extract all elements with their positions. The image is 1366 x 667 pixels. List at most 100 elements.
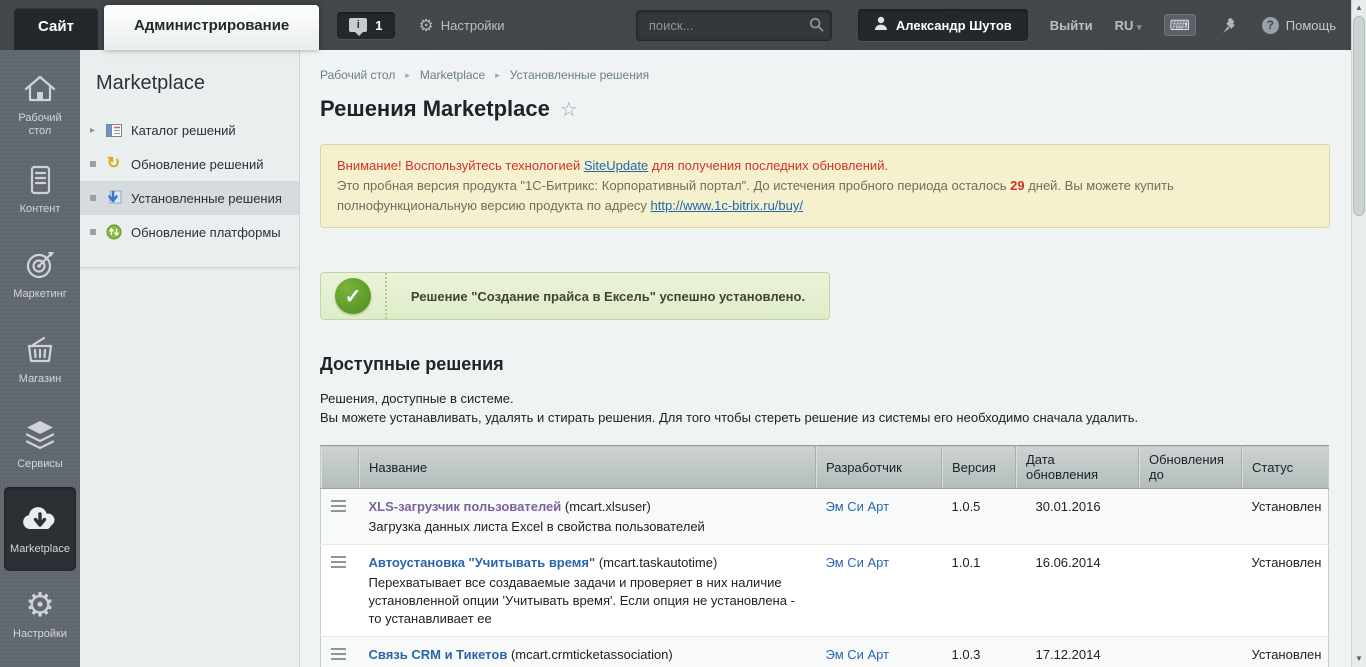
solution-version: 1.0.1 [942, 545, 1016, 637]
solution-description: Перехватывает все создаваемые задачи и п… [369, 574, 806, 628]
rail-item-label: Рабочий стол [6, 112, 74, 138]
scroll-down-icon[interactable]: ▼ [1352, 654, 1366, 663]
gear-icon: ⚙ [25, 587, 55, 623]
solution-link[interactable]: XLS-загрузчик пользователей [369, 499, 562, 514]
breadcrumb-installed[interactable]: Установленные решения [510, 68, 649, 82]
sidebar-item-label: Установленные решения [131, 191, 282, 206]
bullet-icon [90, 195, 96, 201]
developer-link[interactable]: Эм Си Арт [826, 647, 890, 662]
section-description-line1: Решения, доступные в системе. [320, 389, 1330, 408]
rail-item-store[interactable]: Магазин [4, 317, 76, 401]
success-message: Решение "Создание прайса в Ексель" успеш… [387, 281, 829, 312]
breadcrumb-desktop[interactable]: Рабочий стол [320, 68, 395, 82]
rail-item-label: Контент [20, 203, 61, 216]
solution-version: 1.0.5 [942, 489, 1016, 545]
solution-updates-until [1139, 489, 1242, 545]
user-name: Александр Шутов [896, 18, 1012, 33]
solution-version: 1.0.3 [942, 637, 1016, 667]
sidebar-item-platform-update[interactable]: Обновление платформы [80, 215, 299, 249]
warning-line-1: Внимание! Воспользуйтесь технологией Sit… [337, 156, 1313, 176]
document-icon [22, 162, 58, 198]
rail-item-label: Магазин [19, 373, 61, 386]
row-menu-icon[interactable] [331, 500, 346, 512]
keyboard-icon[interactable]: ⌨ [1164, 14, 1196, 36]
tab-site[interactable]: Сайт [14, 8, 98, 50]
left-rail: Рабочий стол Контент Маркетинг Магазин С… [0, 50, 80, 667]
help-button[interactable]: ? Помощь [1262, 17, 1336, 34]
sidebar-item-label: Обновление решений [131, 157, 264, 172]
sidebar-item-installed-solutions[interactable]: Установленные решения [80, 181, 299, 215]
rail-item-marketplace[interactable]: Marketplace [4, 487, 76, 571]
rail-item-services[interactable]: Сервисы [4, 402, 76, 486]
header-status[interactable]: Статус [1242, 446, 1329, 489]
header-update-date[interactable]: Дата обновления [1016, 446, 1139, 489]
buy-link[interactable]: http://www.1c-bitrix.ru/buy/ [651, 198, 803, 213]
solution-update-date: 17.12.2014 [1016, 637, 1139, 667]
row-menu-icon[interactable] [331, 648, 346, 660]
solution-link[interactable]: Связь CRM и Тикетов [369, 647, 508, 662]
logout-link[interactable]: Выйти [1050, 18, 1093, 33]
topbar-settings-label: Настройки [441, 18, 505, 33]
solution-updates-until [1139, 637, 1242, 667]
breadcrumb-marketplace[interactable]: Marketplace [420, 68, 485, 82]
user-menu-button[interactable]: Александр Шутов [858, 9, 1028, 41]
menu-divider [80, 267, 299, 271]
favorite-star-icon[interactable]: ☆ [560, 97, 578, 122]
developer-link[interactable]: Эм Си Арт [826, 499, 890, 514]
catalog-icon [105, 122, 122, 138]
page-title: Решения Marketplace [320, 96, 550, 122]
installed-icon [105, 190, 122, 206]
days-remaining: 29 [1010, 178, 1024, 193]
scrollbar-thumb[interactable] [1353, 16, 1365, 216]
workspace-tabs: Сайт Администрирование [14, 0, 319, 50]
warning-text: Внимание! Воспользуйтесь технологией [337, 158, 584, 173]
row-menu-icon[interactable] [331, 556, 346, 568]
rail-item-content[interactable]: Контент [4, 147, 76, 231]
help-label: Помощь [1286, 18, 1336, 33]
main-content: Рабочий стол ▸ Marketplace ▸ Установленн… [300, 50, 1366, 667]
rail-item-marketing[interactable]: Маркетинг [4, 232, 76, 316]
breadcrumb-arrow-icon: ▸ [405, 70, 410, 81]
warning-text: Это пробная версия продукта "1С-Битрикс:… [337, 178, 1010, 193]
table-row: XLS-загрузчик пользователей (mcart.xlsus… [321, 489, 1329, 545]
tab-administration[interactable]: Администрирование [104, 5, 319, 50]
notifications-button[interactable]: i 1 [337, 12, 394, 39]
rail-item-settings[interactable]: ⚙ Настройки [4, 572, 76, 656]
header-name[interactable]: Название [359, 446, 816, 489]
scroll-up-icon[interactable]: ▲ [1352, 3, 1366, 12]
cloud-download-icon [20, 502, 60, 538]
topbar-settings-button[interactable]: ⚙ Настройки [419, 17, 505, 34]
header-developer[interactable]: Разработчик [816, 446, 942, 489]
bullet-icon [90, 229, 96, 235]
table-row: Связь CRM и Тикетов (mcart.crmticketasso… [321, 637, 1329, 667]
solution-status: Установлен [1242, 489, 1329, 545]
user-icon [874, 16, 888, 34]
sidebar-item-solution-updates[interactable]: ↻ Обновление решений [80, 147, 299, 181]
siteupdate-link[interactable]: SiteUpdate [584, 158, 648, 173]
sidebar-title: Marketplace [80, 50, 299, 99]
platform-update-icon [105, 224, 122, 240]
rail-item-label: Настройки [13, 628, 67, 641]
rail-item-desktop[interactable]: Рабочий стол [4, 62, 76, 146]
sidebar-item-catalog[interactable]: ▸ Каталог решений [80, 113, 299, 147]
header-updates-until[interactable]: Обновления до [1139, 446, 1242, 489]
solution-code: (mcart.taskautotime) [599, 555, 717, 570]
solution-link[interactable]: Автоустановка "Учитывать время" [369, 555, 596, 570]
header-version[interactable]: Версия [942, 446, 1016, 489]
expand-arrow-icon[interactable]: ▸ [90, 125, 96, 136]
header-menu-col [321, 446, 359, 489]
solution-code: (mcart.crmticketassociation) [511, 647, 673, 662]
warning-text: для получения последних обновлений. [648, 158, 888, 173]
search-icon[interactable] [809, 17, 824, 37]
layers-icon [22, 417, 58, 453]
language-label: RU [1115, 18, 1134, 33]
refresh-icon: ↻ [105, 156, 122, 172]
solution-update-date: 16.06.2014 [1016, 545, 1139, 637]
pin-icon[interactable] [1220, 17, 1236, 34]
vertical-scrollbar[interactable]: ▲ ▼ [1351, 0, 1366, 667]
section-heading: Доступные решения [320, 354, 1330, 375]
developer-link[interactable]: Эм Си Арт [826, 555, 890, 570]
language-selector[interactable]: RU ▾ [1115, 18, 1142, 33]
rail-item-label: Маркетинг [13, 288, 66, 301]
search-input[interactable] [636, 10, 832, 41]
